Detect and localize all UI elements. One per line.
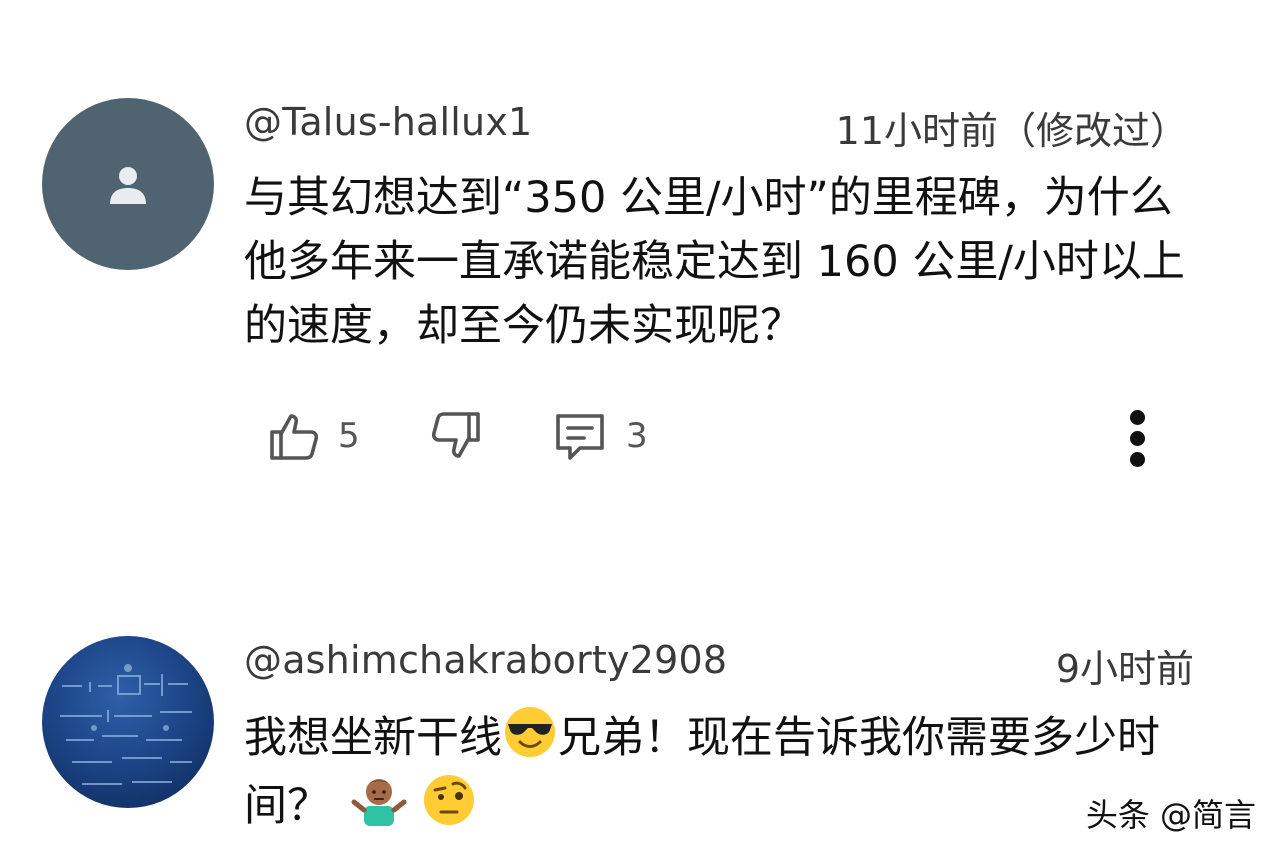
avatar[interactable] [42, 636, 214, 808]
more-dot [1130, 452, 1145, 467]
timestamp: 11小时前（修改过） [835, 109, 1188, 153]
avatar-photo-image [60, 664, 192, 785]
smiling-face-with-sunglasses-icon [505, 707, 555, 757]
more-options-button[interactable] [1122, 406, 1152, 470]
timestamp: 9小时前 [1055, 647, 1194, 691]
face-with-raised-eyebrow-icon [424, 775, 475, 825]
reply-count: 3 [626, 416, 648, 456]
watermark: 头条 @简言 [1085, 796, 1256, 834]
comment-text: 我想坐新干线 兄弟！现在告诉我你需要多少时间？ [244, 704, 1204, 838]
username[interactable]: @ashimchakraborty2908 [244, 638, 727, 682]
avatar[interactable] [42, 98, 214, 270]
comment-text: 与其幻想达到“350 公里/小时”的里程碑，为什么他多年来一直承诺能稳定达到 1… [244, 173, 1185, 351]
reply-button[interactable]: 3 [552, 406, 648, 466]
like-button[interactable]: 5 [268, 406, 360, 466]
thumbs-down-icon [431, 412, 480, 458]
more-vertical-icon [1130, 410, 1145, 425]
thumbs-up-icon [270, 414, 319, 460]
comment-actions: 5 3 [268, 406, 1168, 466]
default-person-icon [110, 167, 146, 204]
more-dot [1130, 431, 1145, 446]
username[interactable]: @Talus-hallux1 [244, 100, 532, 144]
person-shrugging-icon [351, 779, 407, 826]
comment-text-part1: 我想坐新干线 [244, 713, 502, 763]
like-count: 5 [338, 416, 360, 456]
comment-icon [556, 414, 604, 460]
dislike-button[interactable] [430, 406, 482, 466]
